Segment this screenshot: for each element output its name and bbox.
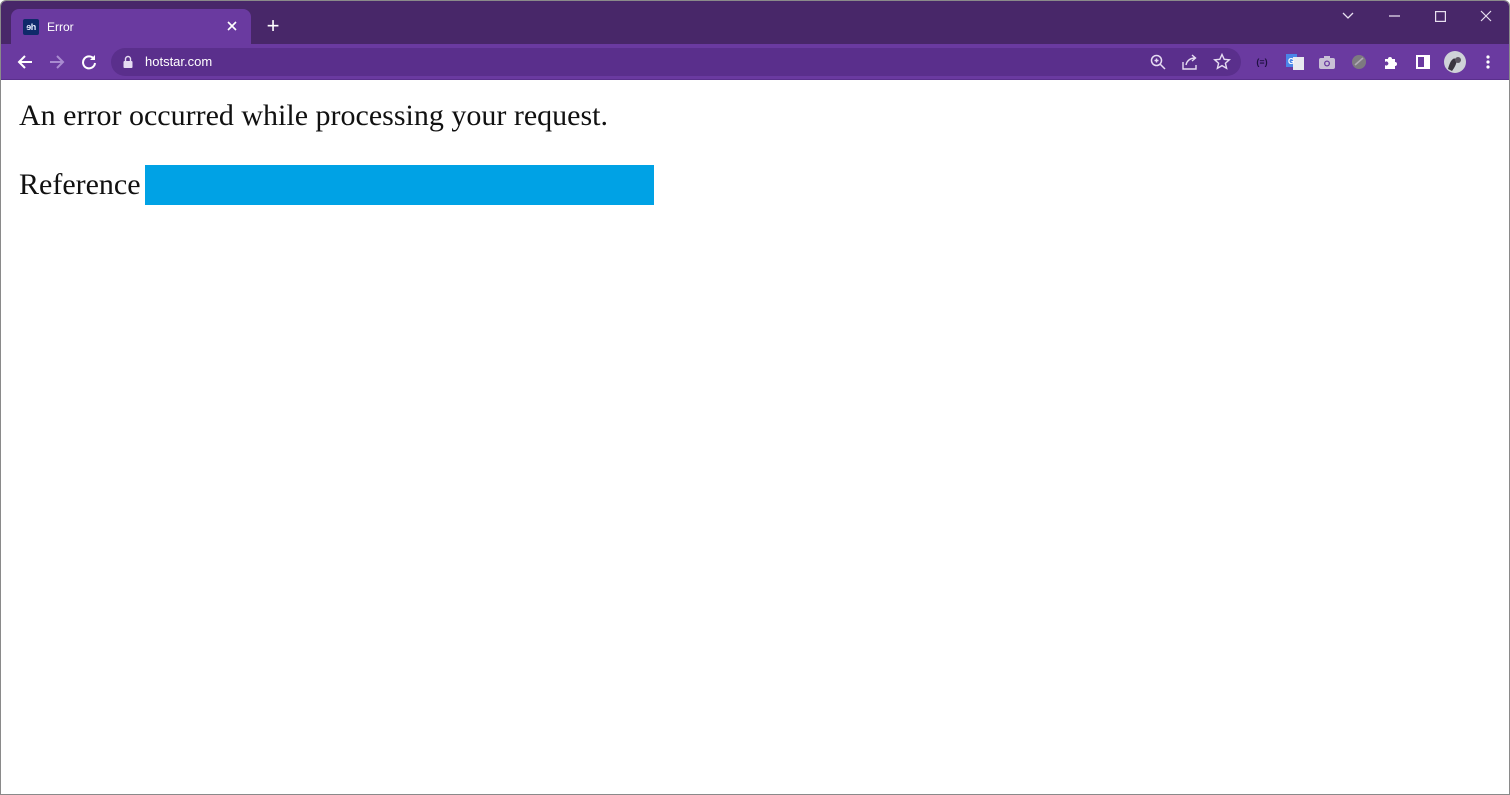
zoom-icon[interactable] xyxy=(1149,53,1167,71)
close-window-button[interactable] xyxy=(1463,1,1509,31)
minimize-button[interactable] xyxy=(1371,1,1417,31)
reference-row: Reference xyxy=(19,165,654,205)
svg-text:G: G xyxy=(1288,57,1294,66)
profile-avatar[interactable] xyxy=(1444,51,1466,73)
camera-extension-icon[interactable] xyxy=(1318,53,1336,71)
reload-button[interactable] xyxy=(76,49,102,75)
browser-menu-button[interactable] xyxy=(1479,53,1497,71)
hotstar-favicon-icon: ɘh xyxy=(23,18,39,35)
code-extension-icon[interactable]: (≡) xyxy=(1253,53,1271,71)
page-content: An error occurred while processing your … xyxy=(1,81,1509,794)
google-translate-icon[interactable]: G xyxy=(1286,53,1304,71)
maximize-icon xyxy=(1434,10,1446,22)
minimize-icon xyxy=(1388,15,1400,17)
close-icon xyxy=(1480,10,1492,22)
browser-window: ɘh Error + hotstar.com (≡) G An error oc… xyxy=(0,0,1510,795)
new-tab-button[interactable]: + xyxy=(261,15,285,39)
address-bar[interactable]: hotstar.com xyxy=(111,48,1241,76)
puzzle-icon[interactable] xyxy=(1382,53,1400,71)
tab-search-button[interactable] xyxy=(1325,1,1371,31)
maximize-button[interactable] xyxy=(1417,1,1463,31)
kebab-menu-icon xyxy=(1486,55,1490,69)
star-icon[interactable] xyxy=(1213,53,1231,71)
tab-error[interactable]: ɘh Error xyxy=(11,9,251,44)
gray-extension-icon[interactable] xyxy=(1350,53,1368,71)
url-text[interactable]: hotstar.com xyxy=(145,54,212,69)
tab-close-button[interactable] xyxy=(223,18,241,35)
browser-toolbar: hotstar.com (≡) G xyxy=(1,44,1509,80)
error-message: An error occurred while processing your … xyxy=(19,99,608,132)
reference-redaction xyxy=(144,165,654,205)
chevron-down-icon xyxy=(1342,12,1354,19)
reference-label: Reference xyxy=(19,168,141,201)
arrow-left-icon xyxy=(17,55,32,69)
tab-title: Error xyxy=(47,19,74,34)
close-icon xyxy=(227,21,237,31)
share-icon[interactable] xyxy=(1181,53,1199,71)
forward-button[interactable] xyxy=(44,49,70,75)
side-panel-icon[interactable] xyxy=(1414,53,1432,71)
back-button[interactable] xyxy=(12,49,38,75)
reload-icon xyxy=(82,55,96,70)
lock-icon xyxy=(123,55,133,68)
tab-strip: ɘh Error + xyxy=(1,1,1509,44)
window-controls xyxy=(1325,1,1509,33)
arrow-right-icon xyxy=(50,55,65,69)
